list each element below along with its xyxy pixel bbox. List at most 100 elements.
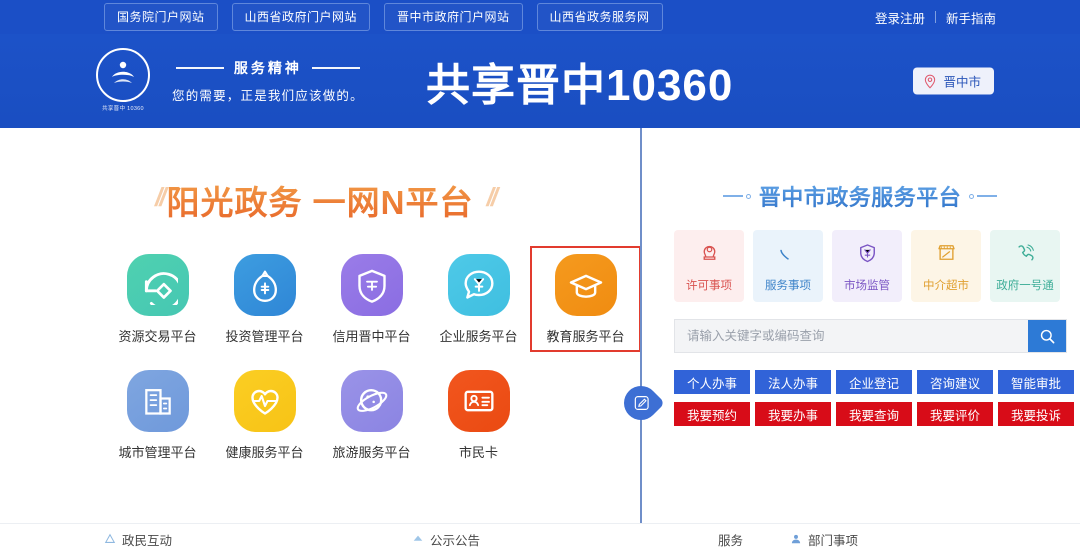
topbar-link-guowuyuan[interactable]: 国务院门户网站 <box>104 3 218 31</box>
quick-action-tags: 个人办事 法人办事 企业登记 咨询建议 智能审批我要预约 我要办事 我要查询 我要评价 我要投诉 <box>674 370 1080 426</box>
bottom-item-label: 公示公告 <box>430 533 481 547</box>
logo-and-slogan: 共享晋中 10360 服务精神 您的需要，正是我们应该做的。 <box>92 48 364 114</box>
service-card-label: 服务事项 <box>765 280 811 292</box>
shield-credit-icon <box>340 254 403 316</box>
left-panel: // 阳光政务 一网N平台 // 资源交易平台 投资管理平台 信用晋中平台 企业服务平… <box>0 128 641 547</box>
service-card-label: 政府一号通 <box>996 280 1054 292</box>
platform-grid: 资源交易平台 投资管理平台 信用晋中平台 企业服务平台 教育服务平台城市管理平台 健康服务… <box>104 246 641 466</box>
shield-yuan-icon <box>854 239 881 271</box>
site-logo[interactable]: 共享晋中 10360 <box>92 48 154 114</box>
slogan-text: 您的需要，正是我们应该做的。 <box>172 88 364 103</box>
service-card-label: 中介超市 <box>923 280 969 292</box>
bottom-item-interaction[interactable]: 政民互动 <box>104 531 172 547</box>
bottom-item-label: 政民互动 <box>122 533 173 547</box>
topbar-link-shanxi-gov[interactable]: 山西省政府门户网站 <box>231 3 371 31</box>
left-heading-text: 阳光政务 一网N平台 <box>167 176 474 224</box>
topbar-link-jinzhong-gov[interactable]: 晋中市政府门户网站 <box>384 3 523 31</box>
slogan-title: 服务精神 <box>233 61 302 77</box>
platform-tile-5[interactable]: 城市管理平台 <box>104 364 211 466</box>
page-title: 共享晋中10360 <box>426 61 734 110</box>
search-icon <box>1040 329 1054 343</box>
stamp-icon <box>696 239 723 271</box>
topbar-divider <box>934 11 936 23</box>
money-bag-icon <box>233 254 296 316</box>
phone-icon <box>1012 239 1039 271</box>
decor-slash-left: // <box>155 182 167 212</box>
platform-tile-label: 健康服务平台 <box>225 445 304 460</box>
city-selector[interactable]: 晋中市 <box>913 67 994 95</box>
tag-red-0[interactable]: 我要预约 <box>674 402 750 426</box>
platform-tile-label: 旅游服务平台 <box>332 445 411 460</box>
main-content: // 阳光政务 一网N平台 // 资源交易平台 投资管理平台 信用晋中平台 企业服务平… <box>0 128 1080 547</box>
service-card-0[interactable]: 许可事项 <box>674 230 744 302</box>
right-heading-text: 晋中市政务服务平台 <box>759 180 962 212</box>
login-register-link[interactable]: 登录注册 <box>875 8 925 27</box>
city-selector-label: 晋中市 <box>943 75 981 90</box>
platform-tile-label: 教育服务平台 <box>546 329 625 344</box>
bottom-item-label: 服务 <box>718 533 744 547</box>
id-card-icon <box>447 370 510 432</box>
service-card-3[interactable]: 中介超市 <box>911 230 981 302</box>
platform-tile-label: 投资管理平台 <box>225 329 304 344</box>
platform-tile-3[interactable]: 企业服务平台 <box>425 248 532 350</box>
logo-person-icon <box>112 61 134 83</box>
search-button[interactable] <box>1028 320 1066 352</box>
tag-blue-0[interactable]: 个人办事 <box>674 370 750 394</box>
decor-slash-right: // <box>486 182 499 212</box>
bottom-item-service[interactable]: 服务 <box>718 531 743 547</box>
service-card-2[interactable]: 市场监管 <box>832 230 902 302</box>
heart-pulse-icon <box>233 370 296 432</box>
heading-decor-right <box>969 193 998 199</box>
heart-icon <box>775 239 802 271</box>
search-bar <box>674 319 1067 353</box>
tag-blue-4[interactable]: 智能审批 <box>998 370 1074 394</box>
platform-tile-label: 市民卡 <box>458 445 498 460</box>
topbar-link-shanxi-service[interactable]: 山西省政务服务网 <box>536 3 663 31</box>
newbie-guide-link[interactable]: 新手指南 <box>946 8 996 27</box>
shop-icon <box>933 239 960 271</box>
platform-tile-7[interactable]: 旅游服务平台 <box>318 364 425 466</box>
platform-tile-label: 资源交易平台 <box>118 329 197 344</box>
refresh-diamond-icon <box>126 254 189 316</box>
service-card-label: 市场监管 <box>844 280 890 292</box>
top-bar-account: 登录注册 新手指南 <box>875 8 996 27</box>
platform-tile-1[interactable]: 投资管理平台 <box>211 248 318 350</box>
yuan-chat-icon <box>447 254 510 316</box>
right-panel: 晋中市政务服务平台 许可事项 服务事项 市场监管 中介超市 政府一号通 个人办事法人办事… <box>640 128 1080 547</box>
service-card-1[interactable]: 服务事项 <box>753 230 823 302</box>
logo-circle-icon <box>96 48 150 102</box>
platform-tile-6[interactable]: 健康服务平台 <box>211 364 318 466</box>
tag-red-3[interactable]: 我要评价 <box>917 402 993 426</box>
platform-tile-0[interactable]: 资源交易平台 <box>104 248 211 350</box>
interaction-icon <box>104 533 116 543</box>
platform-tile-2[interactable]: 信用晋中平台 <box>318 248 425 350</box>
tag-red-2[interactable]: 我要查询 <box>836 402 912 426</box>
tag-blue-2[interactable]: 企业登记 <box>836 370 912 394</box>
platform-tile-label: 企业服务平台 <box>439 329 518 344</box>
slogan-block: 服务精神 您的需要，正是我们应该做的。 <box>172 58 364 104</box>
building-icon <box>126 370 189 432</box>
left-section-heading: // 阳光政务 一网N平台 // <box>0 176 640 224</box>
graduation-cap-icon <box>554 254 617 316</box>
platform-tile-label: 城市管理平台 <box>118 445 197 460</box>
bottom-item-announcement[interactable]: 公示公告 <box>412 531 480 547</box>
site-header: 共享晋中 10360 服务精神 您的需要，正是我们应该做的。 共享晋中10360… <box>0 34 1080 128</box>
platform-tile-label: 信用晋中平台 <box>332 329 411 344</box>
service-card-label: 许可事项 <box>686 280 732 292</box>
service-card-4[interactable]: 政府一号通 <box>990 230 1060 302</box>
planet-icon <box>340 370 403 432</box>
top-bar: 国务院门户网站 山西省政府门户网站 晋中市政府门户网站 山西省政务服务网 登录注… <box>0 0 1080 34</box>
search-input[interactable] <box>675 329 1028 343</box>
bottom-item-department[interactable]: 部门事项 <box>790 531 858 547</box>
right-section-heading: 晋中市政务服务平台 <box>640 180 1080 212</box>
slogan-rule-right <box>311 67 360 69</box>
platform-tile-8[interactable]: 市民卡 <box>425 364 532 466</box>
location-pin-icon <box>925 74 936 88</box>
tag-red-4[interactable]: 我要投诉 <box>998 402 1074 426</box>
tag-blue-1[interactable]: 法人办事 <box>755 370 831 394</box>
heading-decor-left <box>722 193 751 199</box>
slogan-rule-left <box>175 67 224 69</box>
tag-blue-3[interactable]: 咨询建议 <box>917 370 993 394</box>
tag-red-1[interactable]: 我要办事 <box>755 402 831 426</box>
platform-tile-4[interactable]: 教育服务平台 <box>530 246 641 352</box>
